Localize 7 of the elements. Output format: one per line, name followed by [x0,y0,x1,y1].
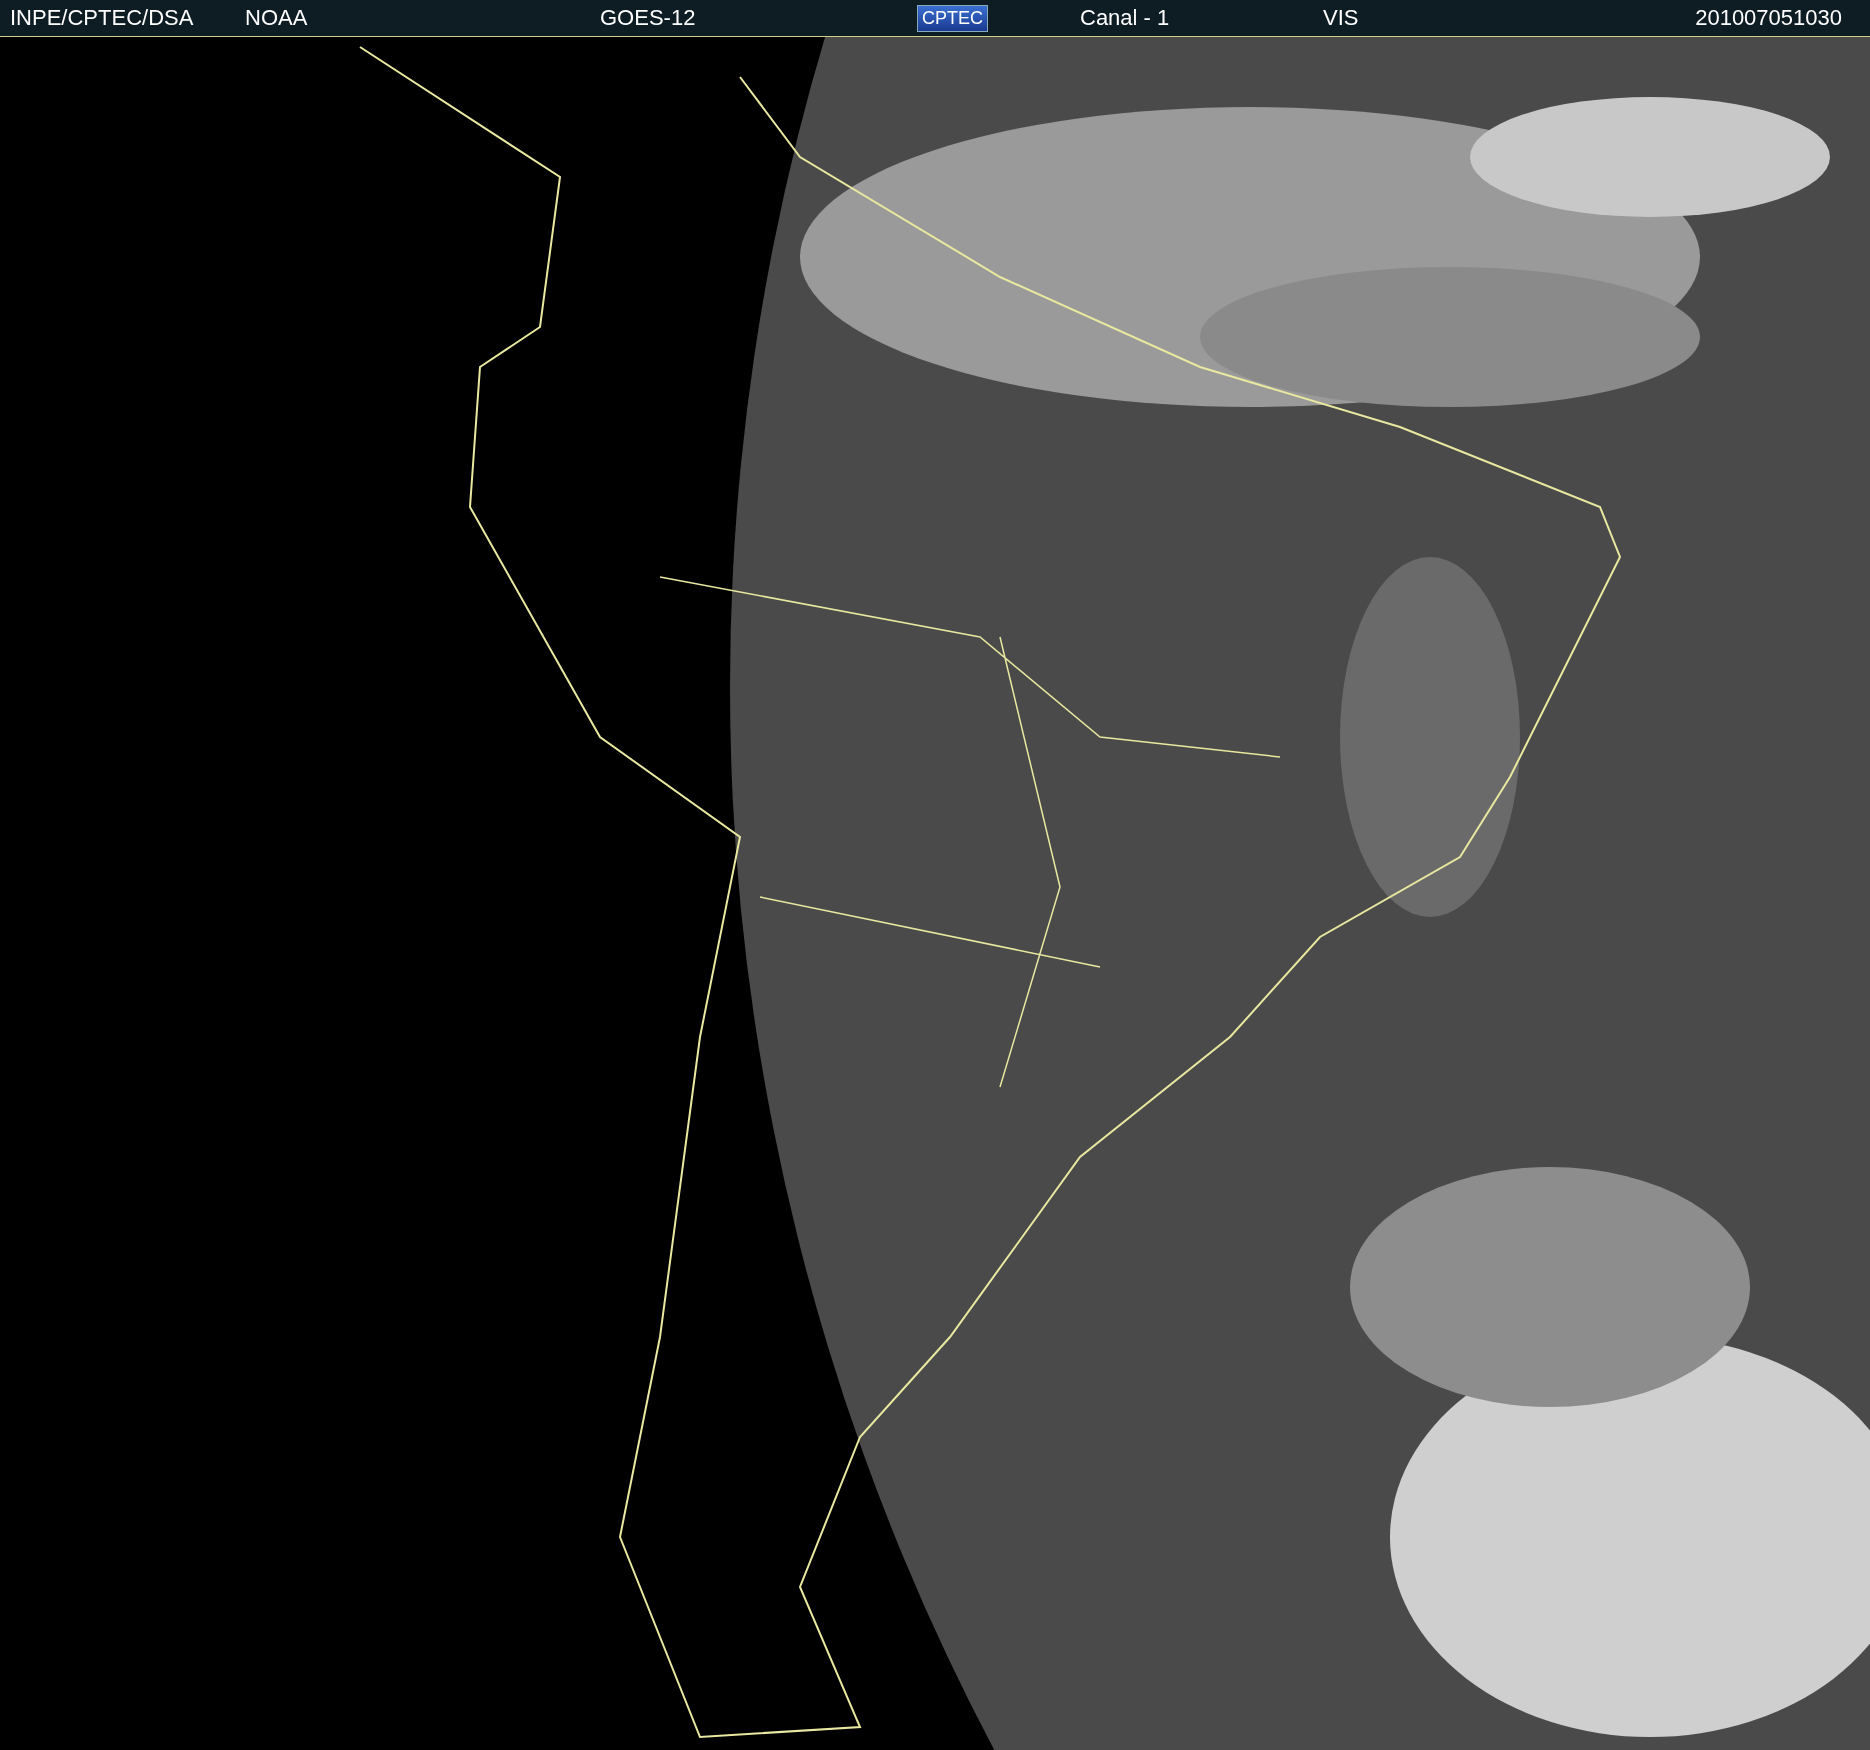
agency-label: NOAA [245,5,309,31]
logo: CPTEC [917,4,988,32]
channel-label: Canal - 1 [1080,5,1171,31]
satellite-label: GOES-12 [600,5,697,31]
source-label: INPE/CPTEC/DSA [10,5,195,31]
band-label: VIS [1323,5,1360,31]
timestamp-label: 201007051030 [1695,5,1842,31]
